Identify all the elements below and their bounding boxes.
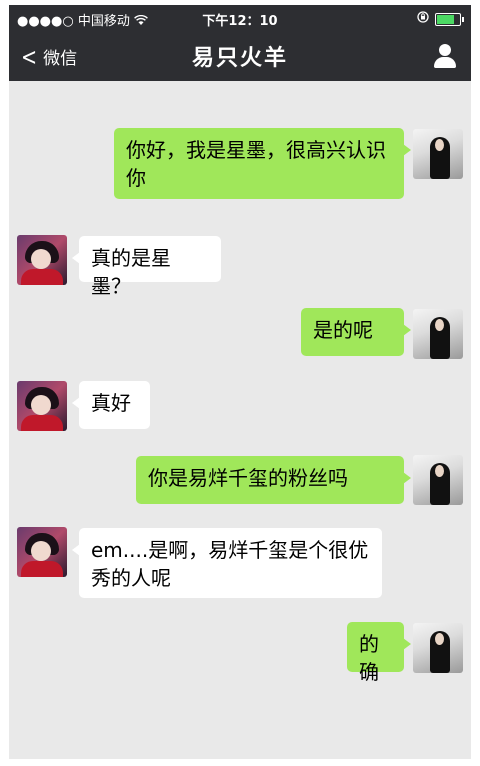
message-row: 是的呢: [9, 305, 471, 361]
message-row: 真的是星墨？: [9, 231, 471, 298]
my-avatar[interactable]: [413, 129, 463, 179]
my-avatar[interactable]: [413, 455, 463, 505]
message-bubble-incoming[interactable]: 真的是星墨？: [72, 236, 221, 298]
rotation-lock-icon: [417, 11, 429, 27]
person-icon[interactable]: [433, 44, 457, 68]
page-title: 易只火羊: [191, 46, 288, 71]
my-avatar[interactable]: [413, 309, 463, 359]
message-bubble-incoming[interactable]: 真好: [72, 381, 150, 429]
message-bubble-incoming[interactable]: em....是啊，易烊千玺是个很优秀的人呢: [72, 528, 382, 598]
contact-avatar[interactable]: [17, 235, 67, 285]
status-right: [417, 11, 464, 27]
message-row: em....是啊，易烊千玺是个很优秀的人呢: [9, 525, 471, 601]
status-bar: ●●●●○ 中国移动 下午12：10: [9, 5, 471, 31]
nav-bar: < 微信 易只火羊: [9, 31, 471, 81]
message-row: 你好，我是星墨，很高兴认识你: [9, 125, 471, 200]
message-bubble-outgoing[interactable]: 你好，我是星墨，很高兴认识你: [114, 128, 411, 199]
contact-avatar[interactable]: [17, 381, 67, 431]
battery-icon: [435, 12, 464, 26]
message-row: 真好: [9, 375, 471, 435]
message-row: 你是易烊千玺的粉丝吗: [9, 453, 471, 509]
status-time: 下午12：10: [202, 14, 278, 29]
message-bubble-outgoing[interactable]: 的确: [347, 622, 411, 684]
message-bubble-outgoing[interactable]: 你是易烊千玺的粉丝吗: [136, 456, 411, 504]
message-bubble-outgoing[interactable]: 是的呢: [301, 308, 411, 356]
contact-avatar[interactable]: [17, 527, 67, 577]
my-avatar[interactable]: [413, 623, 463, 673]
message-row: 的确: [9, 619, 471, 684]
chat-window: ●●●●○ 中国移动 下午12：10 < 微信 易只火羊 你好，我是星墨，很高兴…: [9, 5, 471, 759]
